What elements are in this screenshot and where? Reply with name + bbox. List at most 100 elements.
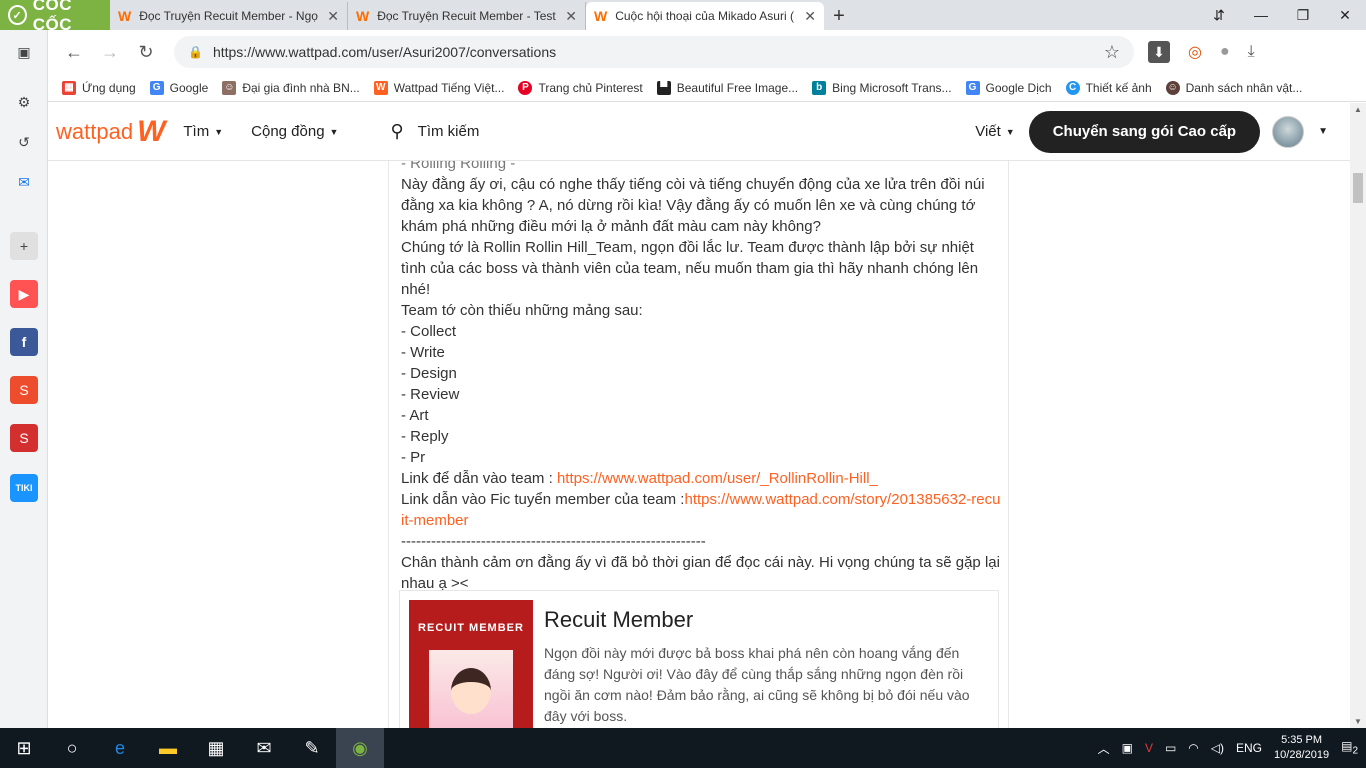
- message-body: - Rolling Rolling - Này đằng ấy ơi, cậu …: [401, 161, 1001, 594]
- tab-1[interactable]: W Đọc Truyện Recuit Member - Ngọ ✕: [110, 2, 348, 30]
- pinterest-icon: P: [518, 80, 533, 95]
- chevron-down-icon[interactable]: ▼: [1318, 126, 1328, 137]
- bookmark-google-translate[interactable]: G Google Dịch: [965, 80, 1052, 95]
- bookmark-free-images[interactable]: ▀ Beautiful Free Image...: [656, 80, 799, 95]
- browser-sidebar: ▣ ⚙ ↺ ✉ + ▶ f S S TIKI: [0, 30, 48, 728]
- search-box[interactable]: ⚲ Tìm kiếm: [390, 121, 479, 142]
- coccoc-taskbar-icon[interactable]: ◉: [336, 728, 384, 768]
- bookmark-pinterest[interactable]: P Trang chủ Pinterest: [518, 80, 643, 95]
- lock-icon: 🔒: [188, 45, 203, 59]
- chevron-up-icon[interactable]: ︿: [1098, 740, 1110, 757]
- minimize-icon[interactable]: —: [1240, 7, 1282, 23]
- mail-icon[interactable]: ✉: [240, 728, 288, 768]
- volume-icon[interactable]: ◁): [1211, 741, 1224, 755]
- community-menu[interactable]: Cộng đồng ▼: [251, 123, 338, 140]
- discover-menu[interactable]: Tìm ▼: [183, 123, 223, 140]
- sendo-icon[interactable]: S: [10, 424, 38, 452]
- bookmark-design[interactable]: C Thiết kế ảnh: [1065, 80, 1152, 95]
- sidebar-toggle-icon[interactable]: ▣: [10, 38, 38, 66]
- add-app-icon[interactable]: +: [10, 232, 38, 260]
- coccoc-extension-icon[interactable]: ◎: [1188, 42, 1202, 62]
- paint-icon[interactable]: ✎: [288, 728, 336, 768]
- bookmark-label: Beautiful Free Image...: [676, 80, 799, 95]
- settings-gear-icon[interactable]: ⚙: [10, 88, 38, 116]
- address-bar[interactable]: 🔒 https://www.wattpad.com/user/Asuri2007…: [174, 36, 1134, 68]
- tab-list-icon[interactable]: ⇵: [1198, 7, 1240, 24]
- url-text: https://www.wattpad.com/user/Asuri2007/c…: [212, 44, 557, 60]
- bookmark-google[interactable]: G Google: [149, 80, 209, 95]
- network-alert-icon[interactable]: ▣: [1122, 741, 1133, 755]
- history-icon[interactable]: ↺: [10, 128, 38, 156]
- wattpad-favicon-icon: W: [356, 8, 370, 24]
- profile-icon[interactable]: ●: [1220, 43, 1230, 61]
- bookmark-bing-translator[interactable]: b Bing Microsoft Trans...: [812, 80, 952, 95]
- apps-grid-icon: ▦: [62, 80, 76, 95]
- close-window-icon[interactable]: ✕: [1324, 7, 1366, 24]
- search-circle-icon[interactable]: ○: [48, 728, 96, 768]
- downloads-icon[interactable]: ⤓: [1248, 43, 1255, 61]
- reload-icon[interactable]: ↻: [128, 42, 164, 63]
- shopee-icon[interactable]: S: [10, 376, 38, 404]
- message-line: Team tớ còn thiếu những mảng sau:: [401, 302, 643, 319]
- wattpad-icon: W: [373, 80, 388, 95]
- battery-icon[interactable]: ▭: [1165, 741, 1176, 755]
- menu-label: Tìm: [183, 123, 210, 140]
- wifi-icon[interactable]: ◠: [1188, 741, 1198, 755]
- language-indicator[interactable]: ENG: [1236, 741, 1262, 755]
- message-paragraph: Chúng tớ là Rollin Rollin Hill_Team, ngọ…: [401, 239, 979, 298]
- close-tab-icon[interactable]: ✕: [565, 8, 577, 25]
- bookmark-label: Bing Microsoft Trans...: [832, 80, 952, 95]
- page-scrollbar[interactable]: ▲ ▼: [1350, 103, 1366, 728]
- tab-2[interactable]: W Đọc Truyện Recuit Member - Test ✕: [348, 2, 586, 30]
- bookmark-star-icon[interactable]: ☆: [1104, 42, 1120, 63]
- notification-icon[interactable]: ▤2: [1341, 739, 1358, 756]
- edge-icon[interactable]: e: [96, 728, 144, 768]
- close-tab-icon[interactable]: ✕: [804, 8, 816, 25]
- windows-taskbar: ⊞ ○ e ▬ ▦ ✉ ✎ ◉ ︿ ▣ V ▭ ◠ ◁) ENG 5:35 PM…: [0, 728, 1366, 768]
- back-arrow-icon[interactable]: ←: [56, 42, 92, 63]
- write-menu[interactable]: Viết ▼: [975, 123, 1015, 140]
- avatar-icon: ☺: [222, 80, 237, 95]
- message-paragraph: Chân thành cảm ơn đằng ấy vì đã bỏ thời …: [401, 554, 1000, 592]
- windows-start-icon[interactable]: ⊞: [0, 728, 48, 768]
- wattpad-favicon-icon: W: [118, 8, 132, 24]
- file-explorer-icon[interactable]: ▬: [144, 728, 192, 768]
- download-page-icon[interactable]: ⬇: [1148, 41, 1170, 63]
- conversation-message-card: - Rolling Rolling - Này đằng ấy ơi, cậu …: [388, 161, 1009, 728]
- bookmark-wattpad[interactable]: W Wattpad Tiếng Việt...: [373, 80, 504, 95]
- new-tab-button[interactable]: +: [824, 2, 854, 30]
- premium-button[interactable]: Chuyển sang gói Cao cấp: [1028, 110, 1261, 153]
- antivirus-icon[interactable]: V: [1145, 741, 1153, 755]
- scroll-down-icon[interactable]: ▼: [1354, 717, 1362, 726]
- tab-3-active[interactable]: W Cuộc hội thoại của Mikado Asuri ( ✕: [586, 2, 824, 30]
- story-cover[interactable]: RECUIT MEMBER: [409, 600, 533, 728]
- messenger-icon[interactable]: ✉: [10, 168, 38, 196]
- close-tab-icon[interactable]: ✕: [327, 8, 339, 25]
- bookmark-bn-family[interactable]: ☺ Đại gia đình nhà BN...: [222, 80, 360, 95]
- story-embed-card[interactable]: RECUIT MEMBER Recuit Member Ngọn đồi này…: [399, 590, 999, 728]
- wattpad-w-icon: W: [137, 114, 166, 148]
- youtube-icon[interactable]: ▶: [10, 280, 38, 308]
- tiki-icon[interactable]: TIKI: [10, 474, 38, 502]
- store-icon[interactable]: ▦: [192, 728, 240, 768]
- wattpad-header: wattpad W Tìm ▼ Cộng đồng ▼ ⚲ Tìm kiếm Viế…: [48, 103, 1350, 161]
- notification-count: 2: [1352, 745, 1358, 757]
- bookmark-apps[interactable]: ▦ Ứng dụng: [62, 80, 136, 95]
- facebook-icon[interactable]: f: [10, 328, 38, 356]
- maximize-icon[interactable]: ❐: [1282, 7, 1324, 24]
- coccoc-menu-button[interactable]: ✓ CỐC CỐC: [0, 0, 110, 34]
- avatar[interactable]: [1272, 115, 1305, 148]
- team-link[interactable]: https://www.wattpad.com/user/_RollinRoll…: [557, 470, 878, 487]
- bookmark-label: Google: [169, 80, 209, 95]
- search-icon: ⚲: [390, 121, 404, 141]
- wattpad-logo[interactable]: wattpad W: [56, 115, 165, 149]
- bookmark-characters[interactable]: ☺ Danh sách nhân vật...: [1165, 80, 1302, 95]
- scroll-up-icon[interactable]: ▲: [1354, 105, 1362, 114]
- message-line: - Rolling Rolling -: [401, 161, 516, 172]
- browser-tab-strip: ✓ CỐC CỐC W Đọc Truyện Recuit Member - N…: [0, 0, 1366, 34]
- clock[interactable]: 5:35 PM 10/28/2019: [1274, 733, 1329, 763]
- cover-title: RECUIT MEMBER: [418, 622, 524, 634]
- forward-arrow-icon[interactable]: →: [92, 42, 128, 63]
- scrollbar-thumb[interactable]: [1353, 173, 1363, 203]
- story-title[interactable]: Recuit Member: [544, 607, 693, 633]
